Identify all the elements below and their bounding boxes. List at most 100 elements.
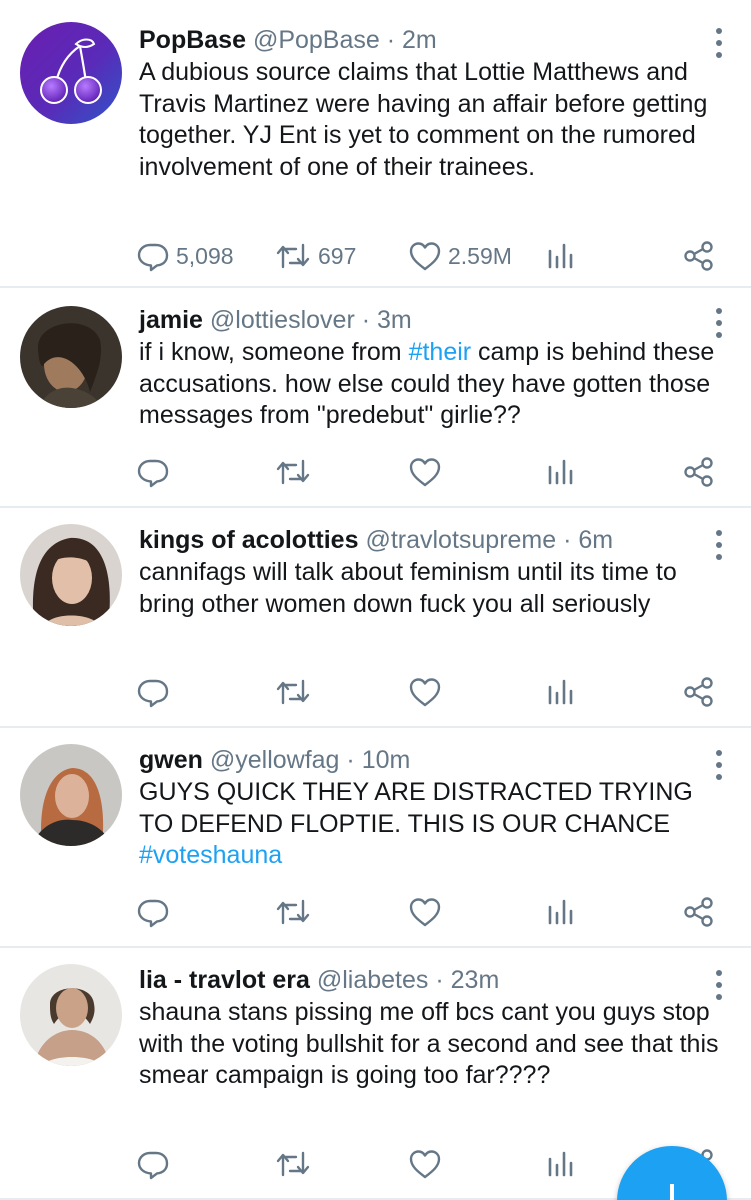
analytics-button[interactable] (546, 1144, 576, 1184)
like-button[interactable] (408, 892, 448, 932)
reply-count: 5,098 (176, 242, 234, 269)
reply-icon (137, 243, 169, 272)
profile-photo (20, 964, 122, 1066)
avatar[interactable] (20, 964, 122, 1066)
more-vertical-icon[interactable] (713, 530, 725, 560)
display-name[interactable]: lia - travlot era (139, 966, 310, 994)
timestamp[interactable]: 23m (451, 966, 500, 994)
share-button[interactable] (683, 672, 715, 712)
tweet-text-segment: shauna stans pissing me off bcs cant you… (139, 998, 719, 1089)
user-handle[interactable]: @yellowfag (210, 746, 340, 774)
reply-icon (137, 459, 169, 488)
reply-icon (137, 899, 169, 928)
separator-dot: · (354, 306, 377, 334)
like-button[interactable] (408, 1144, 448, 1184)
heart-icon (409, 898, 441, 927)
more-vertical-icon[interactable] (713, 970, 725, 1000)
reply-button[interactable] (136, 892, 176, 932)
timeline-feed: PopBase @PopBase · 2m A dubious source c… (0, 0, 751, 1200)
tweet[interactable]: jamie @lottieslover · 3m if i know, some… (0, 288, 751, 508)
retweet-icon (276, 243, 310, 269)
like-button[interactable] (408, 452, 448, 492)
like-button[interactable]: 2.59M (408, 236, 512, 276)
hashtag-link[interactable]: #their (409, 338, 472, 366)
avatar[interactable] (20, 306, 122, 408)
retweet-button[interactable] (274, 892, 318, 932)
like-count: 2.59M (448, 242, 512, 269)
timestamp[interactable]: 6m (578, 526, 613, 554)
display-name[interactable]: jamie (139, 306, 203, 334)
analytics-button[interactable] (546, 452, 576, 492)
analytics-icon (548, 679, 573, 705)
share-button[interactable] (683, 236, 715, 276)
tweet-actions (136, 452, 715, 492)
tweet-text-segment: A dubious source claims that Lottie Matt… (139, 58, 708, 181)
tweet-text-segment: GUYS QUICK THEY ARE DISTRACTED TRYING TO… (139, 778, 693, 838)
reply-icon (137, 679, 169, 708)
analytics-button[interactable] (546, 236, 576, 276)
retweet-button[interactable] (274, 1144, 318, 1184)
like-button[interactable] (408, 672, 448, 712)
separator-dot: · (428, 966, 451, 994)
avatar[interactable] (20, 744, 122, 846)
tweet-text: cannifags will talk about feminism until… (139, 557, 727, 620)
tweet-actions (136, 672, 715, 712)
retweet-button[interactable] (274, 672, 318, 712)
tweet-header: jamie @lottieslover · 3m (139, 304, 727, 336)
reply-button[interactable] (136, 672, 176, 712)
heart-icon (409, 242, 441, 271)
retweet-icon (276, 899, 310, 925)
retweet-button[interactable]: 697 (274, 236, 356, 276)
retweet-button[interactable] (274, 452, 318, 492)
more-vertical-icon[interactable] (713, 750, 725, 780)
tweet-header: gwen @yellowfag · 10m (139, 744, 727, 776)
more-vertical-icon[interactable] (713, 308, 725, 338)
avatar[interactable] (20, 524, 122, 626)
retweet-count: 697 (318, 242, 357, 269)
analytics-button[interactable] (546, 892, 576, 932)
reply-button[interactable]: 5,098 (136, 236, 234, 276)
user-handle[interactable]: @lottieslover (210, 306, 355, 334)
reply-button[interactable] (136, 452, 176, 492)
share-icon (684, 241, 713, 271)
display-name[interactable]: gwen (139, 746, 203, 774)
share-icon (684, 457, 713, 487)
profile-photo (20, 524, 122, 626)
heart-icon (409, 458, 441, 487)
analytics-button[interactable] (546, 672, 576, 712)
tweet-text-segment: if i know, someone from (139, 338, 409, 366)
profile-photo (20, 744, 122, 846)
user-handle[interactable]: @travlotsupreme (365, 526, 556, 554)
analytics-icon (548, 899, 573, 925)
profile-photo (20, 306, 122, 408)
tweet-text: GUYS QUICK THEY ARE DISTRACTED TRYING TO… (139, 777, 727, 872)
user-handle[interactable]: @liabetes (317, 966, 429, 994)
user-handle[interactable]: @PopBase (253, 26, 380, 54)
tweet-text: shauna stans pissing me off bcs cant you… (139, 997, 727, 1092)
display-name[interactable]: kings of acolotties (139, 526, 358, 554)
tweet-header: lia - travlot era @liabetes · 23m (139, 964, 727, 996)
more-vertical-icon[interactable] (713, 28, 725, 58)
cherry-logo-avatar (20, 22, 122, 124)
reply-button[interactable] (136, 1144, 176, 1184)
tweet-header: kings of acolotties @travlotsupreme · 6m (139, 524, 727, 556)
reply-icon (137, 1151, 169, 1180)
share-button[interactable] (683, 452, 715, 492)
avatar[interactable] (20, 22, 122, 124)
hashtag-link[interactable]: #voteshauna (139, 841, 282, 869)
retweet-icon (276, 1151, 310, 1177)
share-button[interactable] (683, 892, 715, 932)
tweet-header: PopBase @PopBase · 2m (139, 24, 727, 56)
share-icon (684, 677, 713, 707)
tweet[interactable]: gwen @yellowfag · 10m GUYS QUICK THEY AR… (0, 728, 751, 948)
tweet-text: A dubious source claims that Lottie Matt… (139, 57, 727, 183)
retweet-icon (276, 679, 310, 705)
heart-icon (409, 678, 441, 707)
timestamp[interactable]: 3m (377, 306, 412, 334)
tweet[interactable]: kings of acolotties @travlotsupreme · 6m… (0, 508, 751, 728)
retweet-icon (276, 459, 310, 485)
timestamp[interactable]: 10m (362, 746, 411, 774)
display-name[interactable]: PopBase (139, 26, 246, 54)
tweet[interactable]: PopBase @PopBase · 2m A dubious source c… (0, 0, 751, 288)
timestamp[interactable]: 2m (402, 26, 437, 54)
